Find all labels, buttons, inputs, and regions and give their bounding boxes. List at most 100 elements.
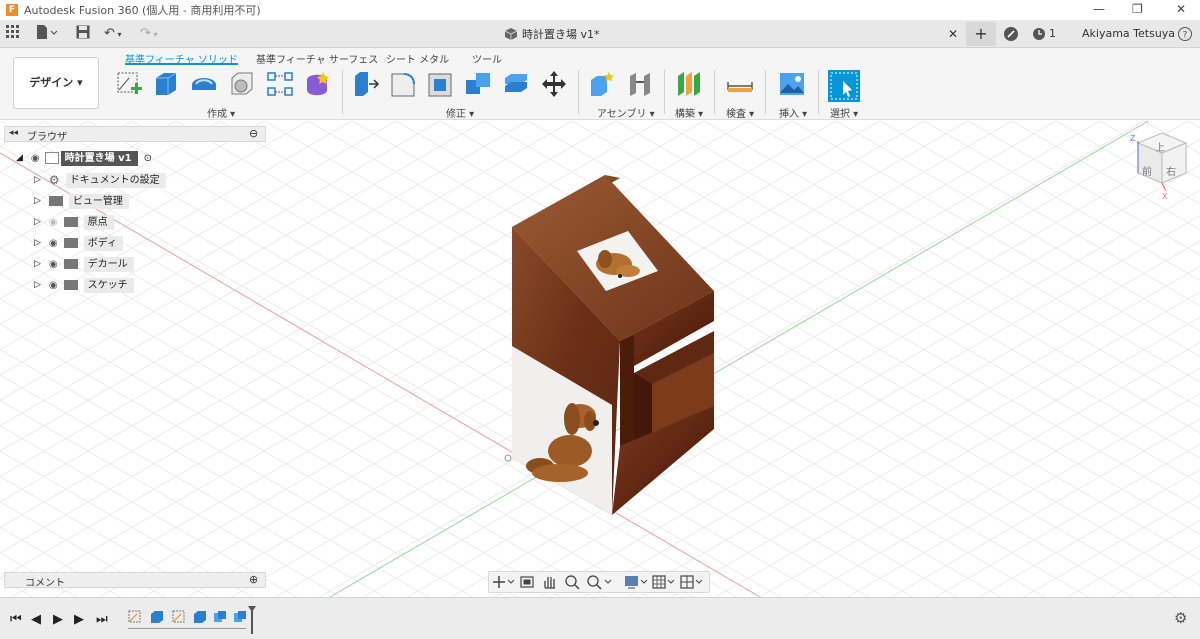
- play-icon[interactable]: ▶: [53, 612, 63, 627]
- tree-item-named-views[interactable]: ▷ ビュー管理: [34, 193, 129, 209]
- tree-item-sketches[interactable]: ▷ ◉ スケッチ: [34, 277, 134, 293]
- file-menu-icon[interactable]: [36, 25, 58, 43]
- add-comment-icon[interactable]: ⊕: [249, 573, 258, 586]
- svg-text:?: ?: [1183, 31, 1188, 41]
- expand-arrow-icon[interactable]: ▷: [34, 196, 41, 206]
- select-icon[interactable]: [828, 70, 860, 102]
- expand-arrow-icon[interactable]: ▷: [34, 238, 41, 248]
- tree-item-decals[interactable]: ▷ ◉ デカール: [34, 256, 134, 272]
- expand-arrow-icon[interactable]: ▷: [34, 217, 41, 227]
- activate-radio-icon[interactable]: ⊙: [144, 153, 152, 164]
- viewports-icon[interactable]: [680, 575, 703, 589]
- application-bar: ↶ ▾ ↷ ▾ 時計置き場 v1* ✕ + 1 Akiyama Tetsuya …: [0, 20, 1200, 48]
- pan-hand-icon[interactable]: [544, 577, 555, 589]
- tab-sheet-metal[interactable]: シート メタル: [386, 51, 449, 66]
- modify-menu[interactable]: 修正 ▾: [446, 105, 474, 120]
- document-tab[interactable]: 時計置き場 v1*: [505, 24, 600, 44]
- collapse-arrow-icon[interactable]: ◢: [16, 153, 23, 163]
- press-pull-icon[interactable]: [352, 70, 380, 98]
- timeline-sketch-icon[interactable]: [172, 610, 186, 624]
- tab-solid[interactable]: 基準フィーチャ ソリッド: [125, 51, 238, 66]
- timeline-settings-gear-icon[interactable]: ⚙: [1174, 609, 1187, 627]
- workspace-switcher-button[interactable]: デザイン ▾: [13, 57, 99, 109]
- extensions-icon[interactable]: [1003, 22, 1019, 46]
- grid-settings-icon[interactable]: [652, 575, 675, 589]
- measure-icon[interactable]: [726, 70, 754, 98]
- timeline-decal-icon[interactable]: [213, 610, 227, 624]
- step-back-icon[interactable]: ◀: [31, 612, 41, 627]
- new-tab-icon[interactable]: +: [966, 22, 996, 46]
- visibility-eye-icon[interactable]: ◉: [49, 238, 58, 249]
- visibility-eye-icon[interactable]: ◉: [49, 259, 58, 270]
- fillet-icon[interactable]: [389, 70, 417, 98]
- shell-icon[interactable]: [426, 70, 454, 98]
- insert-menu[interactable]: 挿入 ▾: [779, 105, 807, 120]
- canvas-scene[interactable]: [0, 90, 1200, 598]
- zoom-icon[interactable]: [565, 575, 580, 590]
- form-icon[interactable]: [303, 70, 331, 98]
- close-window-icon[interactable]: ✕: [1176, 2, 1186, 16]
- move-icon[interactable]: [540, 70, 568, 98]
- expand-arrow-icon[interactable]: ▷: [34, 259, 41, 269]
- collapse-panel-icon[interactable]: ◂◂: [9, 128, 18, 138]
- redo-icon[interactable]: ↷ ▾: [140, 25, 157, 43]
- step-forward-icon[interactable]: ▶: [74, 612, 84, 627]
- minimize-icon[interactable]: —: [1093, 2, 1105, 16]
- inspect-menu[interactable]: 検査 ▾: [726, 105, 754, 120]
- tree-root[interactable]: ◢ ◉ 時計置き場 v1 ⊙: [16, 150, 152, 166]
- tab-tools[interactable]: ツール: [472, 51, 502, 66]
- timeline-bar: ⏮ ◀ ▶ ▶ ⏭ ⚙: [0, 597, 1200, 639]
- restore-icon[interactable]: ❐: [1132, 2, 1143, 16]
- close-tab-icon[interactable]: ✕: [948, 22, 958, 46]
- timeline-extrude-icon[interactable]: [150, 610, 164, 624]
- create-sketch-icon[interactable]: [115, 70, 143, 98]
- go-to-end-icon[interactable]: ⏭: [96, 612, 108, 627]
- data-panel-grid-icon[interactable]: [6, 25, 20, 43]
- joint-icon[interactable]: [626, 70, 654, 98]
- select-menu[interactable]: 選択 ▾: [830, 105, 858, 120]
- viewcube-right-label: 右: [1166, 167, 1176, 178]
- visibility-eye-icon[interactable]: ◉: [31, 153, 40, 164]
- timeline-marker-icon[interactable]: [248, 606, 256, 634]
- visibility-eye-icon[interactable]: ◉: [49, 280, 58, 291]
- display-settings-icon[interactable]: [625, 576, 648, 589]
- offset-plane-icon[interactable]: [675, 70, 703, 98]
- assemble-menu[interactable]: アセンブリ ▾: [597, 105, 655, 120]
- job-status-button[interactable]: 1: [1032, 22, 1056, 46]
- save-icon[interactable]: [76, 25, 90, 43]
- help-icon[interactable]: ?: [1178, 22, 1192, 46]
- tree-item-document-settings[interactable]: ▷ ⚙ ドキュメントの設定: [34, 172, 166, 188]
- visibility-hidden-icon[interactable]: ◉: [49, 217, 58, 228]
- pattern-icon[interactable]: [266, 70, 294, 98]
- box-icon[interactable]: [228, 70, 256, 98]
- browser-panel-header[interactable]: ◂◂ ブラウザ ⊖: [4, 126, 266, 143]
- undo-icon[interactable]: ↶ ▾: [104, 25, 121, 43]
- fit-zoom-icon[interactable]: [587, 575, 612, 590]
- expand-arrow-icon[interactable]: ▷: [34, 175, 41, 185]
- canvas-viewport[interactable]: [0, 90, 1200, 598]
- window-title: Autodesk Fusion 360 (個人用 - 商用利用不可): [24, 4, 261, 17]
- comments-title: コメント: [25, 578, 65, 589]
- folder-icon: [63, 280, 78, 290]
- combine-icon[interactable]: [464, 70, 492, 98]
- timeline-decal-icon[interactable]: [233, 610, 247, 624]
- tree-item-origin[interactable]: ▷ ◉ 原点: [34, 214, 114, 230]
- tab-surface[interactable]: 基準フィーチャ サーフェス: [256, 51, 378, 66]
- tree-item-bodies[interactable]: ▷ ◉ ボディ: [34, 235, 123, 251]
- orbit-icon[interactable]: [493, 576, 515, 588]
- look-at-icon[interactable]: [520, 576, 534, 588]
- go-to-start-icon[interactable]: ⏮: [10, 612, 22, 627]
- insert-image-icon[interactable]: [778, 70, 806, 98]
- timeline-extrude-icon[interactable]: [193, 610, 207, 624]
- extrude-icon[interactable]: [152, 70, 180, 98]
- create-menu[interactable]: 作成 ▾: [207, 105, 235, 120]
- user-name[interactable]: Akiyama Tetsuya: [1082, 22, 1175, 46]
- browser-options-icon[interactable]: ⊖: [249, 127, 258, 140]
- new-component-icon[interactable]: [588, 70, 616, 98]
- timeline-sketch-icon[interactable]: [128, 610, 142, 624]
- offset-face-icon[interactable]: [502, 70, 530, 98]
- comments-panel-header[interactable]: コメント ⊕: [4, 572, 266, 589]
- expand-arrow-icon[interactable]: ▷: [34, 280, 41, 290]
- construct-menu[interactable]: 構築 ▾: [675, 105, 703, 120]
- revolve-icon[interactable]: [190, 70, 218, 98]
